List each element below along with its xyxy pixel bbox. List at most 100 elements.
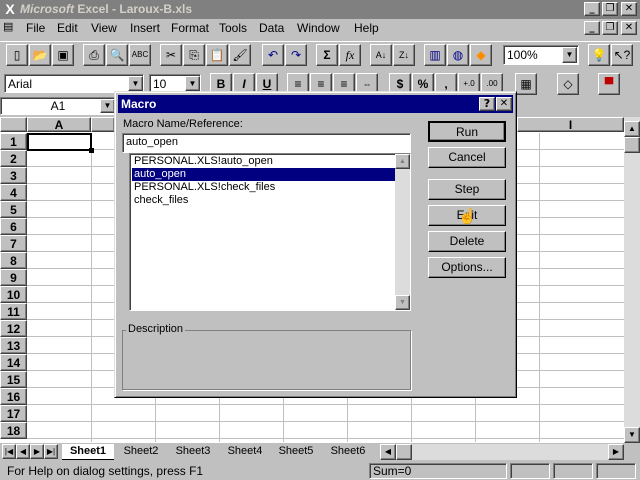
scroll-down-icon[interactable]: ▼ bbox=[624, 427, 640, 443]
name-box-dropdown-icon[interactable]: ▼ bbox=[100, 99, 115, 113]
sheet-tab-sheet1[interactable]: Sheet1 bbox=[62, 444, 114, 460]
doc-minimize-button[interactable]: _ bbox=[584, 21, 600, 35]
list-item[interactable]: check_files bbox=[132, 194, 395, 207]
new-icon[interactable]: ▯ bbox=[6, 44, 28, 66]
borders-icon[interactable]: ▦ bbox=[515, 73, 537, 95]
tab-prev-icon[interactable]: ◀ bbox=[16, 444, 30, 459]
vertical-scrollbar[interactable]: ▲ ▼ bbox=[624, 117, 640, 443]
row-header[interactable]: 16 bbox=[0, 388, 27, 405]
row-header[interactable]: 13 bbox=[0, 337, 27, 354]
sort-descending-icon[interactable]: Z↓ bbox=[393, 44, 415, 66]
format-painter-icon[interactable]: 🖌 bbox=[229, 44, 251, 66]
fill-color-icon[interactable]: ◇ bbox=[557, 73, 579, 95]
list-scroll-down-icon[interactable]: ▼ bbox=[395, 295, 410, 310]
sort-ascending-icon[interactable]: A↓ bbox=[370, 44, 392, 66]
font-color-icon[interactable]: ▀ bbox=[598, 73, 620, 95]
menu-help[interactable]: Help bbox=[354, 21, 379, 35]
print-preview-icon[interactable]: 🔍 bbox=[106, 44, 128, 66]
row-header[interactable]: 11 bbox=[0, 303, 27, 320]
options-button[interactable]: Options... bbox=[428, 257, 506, 278]
doc-restore-button[interactable]: ❐ bbox=[602, 21, 618, 35]
name-box[interactable]: A1 bbox=[0, 97, 116, 115]
list-item[interactable]: PERSONAL.XLS!check_files bbox=[132, 181, 395, 194]
menu-edit[interactable]: Edit bbox=[57, 21, 78, 35]
fill-handle[interactable] bbox=[89, 148, 94, 153]
row-header[interactable]: 4 bbox=[0, 184, 27, 201]
font-dropdown-icon[interactable]: ▼ bbox=[128, 76, 143, 91]
row-header[interactable]: 15 bbox=[0, 371, 27, 388]
sheet-tab-sheet4[interactable]: Sheet4 bbox=[220, 444, 270, 460]
list-scrollbar[interactable]: ▲ ▼ bbox=[395, 154, 410, 310]
row-header[interactable]: 2 bbox=[0, 150, 27, 167]
autosum-icon[interactable]: Σ bbox=[316, 44, 338, 66]
menu-view[interactable]: View bbox=[91, 21, 117, 35]
doc-close-button[interactable]: ✕ bbox=[621, 21, 637, 35]
document-icon[interactable]: ▤ bbox=[3, 20, 19, 36]
restore-button[interactable]: ❐ bbox=[602, 2, 618, 16]
row-header[interactable]: 9 bbox=[0, 269, 27, 286]
row-header[interactable]: 17 bbox=[0, 405, 27, 422]
close-button[interactable]: ✕ bbox=[621, 2, 637, 16]
undo-icon[interactable]: ↶ bbox=[262, 44, 284, 66]
scroll-thumb[interactable] bbox=[624, 137, 640, 153]
menu-tools[interactable]: Tools bbox=[219, 21, 247, 35]
paste-icon[interactable]: 📋 bbox=[206, 44, 228, 66]
scroll-left-icon[interactable]: ◀ bbox=[380, 444, 396, 460]
menu-format[interactable]: Format bbox=[171, 21, 209, 35]
menu-file[interactable]: File bbox=[26, 21, 45, 35]
excel-app-icon[interactable]: X bbox=[2, 2, 18, 17]
column-header-b[interactable] bbox=[91, 117, 115, 132]
row-header[interactable]: 1 bbox=[0, 133, 27, 150]
menu-window[interactable]: Window bbox=[297, 21, 340, 35]
tipwizard-icon[interactable]: 💡 bbox=[588, 44, 610, 66]
list-item-selected[interactable]: auto_open bbox=[132, 168, 395, 181]
active-cell-a1[interactable] bbox=[27, 133, 92, 151]
tab-first-icon[interactable]: |◀ bbox=[2, 444, 16, 459]
sheet-tab-sheet2[interactable]: Sheet2 bbox=[116, 444, 166, 460]
run-button[interactable]: Run bbox=[428, 121, 506, 142]
spelling-icon[interactable]: ABC bbox=[129, 44, 151, 66]
cut-icon[interactable]: ✂ bbox=[160, 44, 182, 66]
row-header[interactable]: 3 bbox=[0, 167, 27, 184]
hscroll-thumb[interactable] bbox=[396, 444, 412, 460]
row-header[interactable]: 5 bbox=[0, 201, 27, 218]
cancel-button[interactable]: Cancel bbox=[428, 147, 506, 168]
sheet-tab-sheet3[interactable]: Sheet3 bbox=[168, 444, 218, 460]
row-header[interactable]: 10 bbox=[0, 286, 27, 303]
zoom-dropdown-icon[interactable]: ▼ bbox=[562, 47, 577, 63]
dialog-close-button[interactable]: ✕ bbox=[496, 97, 512, 111]
row-header[interactable]: 14 bbox=[0, 354, 27, 371]
step-button[interactable]: Step bbox=[428, 179, 506, 200]
tab-last-icon[interactable]: ▶| bbox=[44, 444, 58, 459]
row-header[interactable]: 8 bbox=[0, 252, 27, 269]
horizontal-scrollbar[interactable]: ◀ ▶ bbox=[380, 444, 624, 460]
select-all-corner[interactable] bbox=[0, 117, 27, 132]
redo-icon[interactable]: ↷ bbox=[285, 44, 307, 66]
delete-button[interactable]: Delete bbox=[428, 231, 506, 252]
save-icon[interactable]: ▣ bbox=[52, 44, 74, 66]
row-header[interactable]: 6 bbox=[0, 218, 27, 235]
list-item[interactable]: PERSONAL.XLS!auto_open bbox=[132, 155, 395, 168]
row-header[interactable]: 7 bbox=[0, 235, 27, 252]
sheet-tab-sheet5[interactable]: Sheet5 bbox=[271, 444, 321, 460]
row-header[interactable]: 12 bbox=[0, 320, 27, 337]
macro-name-input[interactable]: auto_open bbox=[122, 133, 411, 153]
chart-wizard-icon[interactable]: ▥ bbox=[424, 44, 446, 66]
menu-insert[interactable]: Insert bbox=[130, 21, 160, 35]
print-icon[interactable]: ⎙ bbox=[83, 44, 105, 66]
minimize-button[interactable]: _ bbox=[584, 2, 600, 16]
map-icon[interactable]: ◍ bbox=[447, 44, 469, 66]
menu-data[interactable]: Data bbox=[259, 21, 284, 35]
tab-next-icon[interactable]: ▶ bbox=[30, 444, 44, 459]
help-pointer-icon[interactable]: ↖? bbox=[611, 44, 633, 66]
open-icon[interactable]: 📂 bbox=[29, 44, 51, 66]
macro-list[interactable]: PERSONAL.XLS!auto_open auto_open PERSONA… bbox=[129, 153, 411, 311]
column-header-a[interactable]: A bbox=[27, 117, 91, 132]
font-size-dropdown-icon[interactable]: ▼ bbox=[185, 76, 200, 91]
dialog-help-button[interactable]: ? bbox=[479, 97, 495, 111]
function-wizard-icon[interactable]: fx bbox=[339, 44, 361, 66]
copy-icon[interactable]: ⎘ bbox=[183, 44, 205, 66]
row-header[interactable]: 18 bbox=[0, 422, 27, 439]
scroll-right-icon[interactable]: ▶ bbox=[608, 444, 624, 460]
list-scroll-up-icon[interactable]: ▲ bbox=[395, 154, 410, 169]
